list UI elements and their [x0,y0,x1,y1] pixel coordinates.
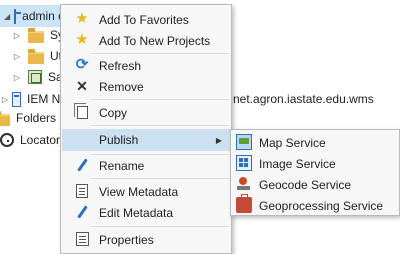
chevron-right-icon[interactable]: ▷ [12,72,22,82]
submenu-item-map-service[interactable]: Map Service [232,132,398,153]
edit-pencil-icon [74,204,90,220]
tree-item-url: net.agron.iastate.edu.wms [233,92,374,106]
server-connection-icon [14,8,22,24]
chevron-right-icon[interactable]: ▷ [12,51,22,61]
context-menu: ★ Add To Favorites ★ Add To New Projects… [60,4,232,254]
tree-item-label: Folders [16,111,57,125]
menu-item-edit-metadata[interactable]: Edit Metadata [62,202,230,223]
menu-item-add-to-new-projects[interactable]: ★ Add To New Projects [62,30,230,51]
menu-item-publish[interactable]: Publish ▶ [62,129,230,151]
folder-icon [28,27,44,43]
menu-item-add-to-favorites[interactable]: ★ Add To Favorites [62,9,230,30]
menu-item-rename[interactable]: Rename [62,155,230,176]
submenu-item-geoprocessing-service[interactable]: Geoprocessing Service [232,194,398,216]
folder-icon [0,110,10,126]
tree-item-locators[interactable]: Locators [0,129,66,151]
sample-service-icon [28,70,42,84]
toolbox-icon [236,194,252,213]
chevron-right-icon: ▶ [215,135,222,145]
refresh-icon: ⟳ [75,56,89,73]
menu-separator [91,53,229,54]
locator-icon [0,133,14,147]
menu-item-view-metadata[interactable]: View Metadata [62,181,230,202]
tree-item-label: admin c [22,9,65,23]
pencil-icon [74,157,90,173]
chevron-right-icon[interactable]: ▷ [0,94,10,104]
menu-separator [91,125,229,126]
menu-item-copy[interactable]: Copy [62,102,230,123]
submenu-item-image-service[interactable]: Image Service [232,153,398,174]
geocode-service-icon [236,176,252,192]
folder-icon [28,48,44,64]
tree-item-folders[interactable]: Folders [0,107,56,129]
publish-submenu: Map Service Image Service Geocode Servic… [230,129,400,216]
menu-separator [91,226,229,227]
star-icon: ★ [75,10,89,27]
close-icon: ✕ [76,78,88,94]
copy-icon [73,102,90,120]
chevron-down-icon[interactable]: ◢ [4,11,10,21]
menu-separator [91,99,229,100]
chevron-right-icon[interactable]: ▷ [12,30,22,40]
menu-item-remove[interactable]: ✕ Remove [62,76,230,97]
image-service-icon [236,155,252,171]
submenu-item-geocode-service[interactable]: Geocode Service [232,174,398,195]
map-service-icon [236,134,252,150]
properties-icon [74,231,90,247]
wms-server-icon [12,91,21,107]
menu-item-properties[interactable]: Properties [62,229,230,250]
menu-item-refresh[interactable]: ⟳ Refresh [62,55,230,76]
star-icon: ★ [75,31,89,48]
menu-separator [91,178,229,179]
metadata-icon [74,183,90,199]
